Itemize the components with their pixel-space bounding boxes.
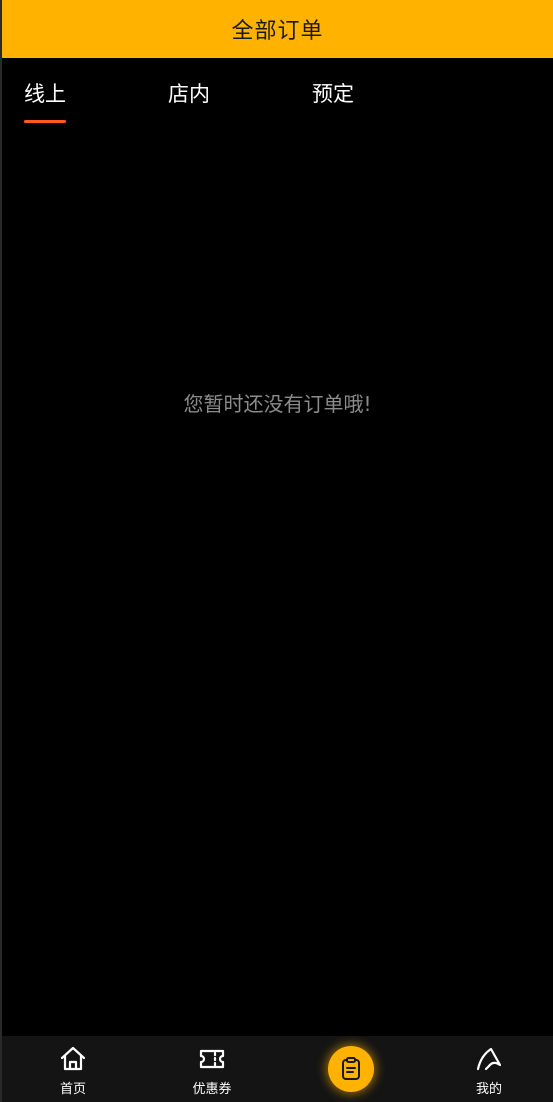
nav-orders-center-button[interactable] [328,1046,374,1092]
nav-coupons[interactable]: 优惠券 [167,1036,257,1102]
app-root: 全部订单 线上 店内 预定 您暂时还没有订单哦! 首页 优惠券 我的 [0,0,553,1102]
empty-state-message: 您暂时还没有订单哦! [183,392,372,416]
nav-label: 优惠券 [192,1082,232,1097]
nav-label: 我的 [475,1082,502,1097]
order-tabs: 线上 店内 预定 [2,58,553,128]
ticket-icon [199,1049,225,1069]
tab-label: 线上 [24,82,66,106]
tab-online[interactable]: 线上 [24,78,66,124]
top-header: 全部订单 [2,0,553,58]
tab-label: 预定 [312,82,354,106]
order-clipboard-icon [342,1057,360,1080]
nav-mine[interactable]: 我的 [444,1036,534,1102]
home-icon [60,1046,86,1071]
active-tab-indicator [24,120,66,123]
user-icon [476,1047,502,1071]
nav-home[interactable]: 首页 [28,1036,118,1102]
nav-label: 首页 [59,1082,86,1097]
page-title: 全部订单 [231,19,324,44]
tab-reservation[interactable]: 预定 [312,78,354,124]
tab-label: 店内 [168,82,210,106]
tab-in-store[interactable]: 店内 [168,78,210,124]
bottom-tab-bar: 首页 优惠券 我的 [2,1036,553,1102]
